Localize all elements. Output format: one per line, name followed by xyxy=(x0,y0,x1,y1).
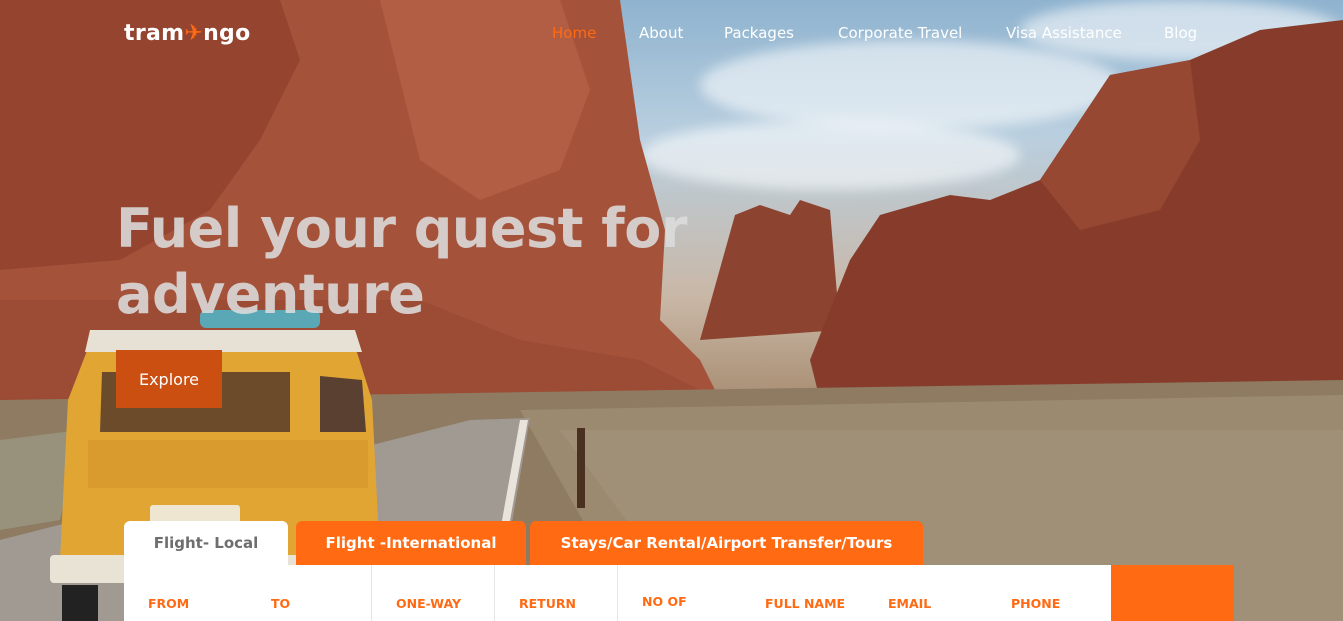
nav-item-blog[interactable]: Blog xyxy=(1164,24,1197,42)
brand-logo[interactable]: tram✈ngo xyxy=(124,21,251,51)
field-from-label[interactable]: FROM xyxy=(148,596,189,611)
submit-button[interactable] xyxy=(1111,565,1234,621)
field-no-of-label[interactable]: NO OF xyxy=(642,594,687,609)
field-email-label[interactable]: EMAIL xyxy=(888,596,931,611)
nav-item-home[interactable]: Home xyxy=(552,24,596,42)
field-to-label[interactable]: TO xyxy=(271,596,290,611)
tab-stays-car-rental-tours[interactable]: Stays/Car Rental/Airport Transfer/Tours xyxy=(530,521,923,565)
brand-name-part2: ngo xyxy=(203,21,251,46)
field-phone-label[interactable]: PHONE xyxy=(1011,596,1060,611)
field-one-way-label[interactable]: ONE-WAY xyxy=(396,596,461,611)
nav-item-packages[interactable]: Packages xyxy=(724,24,794,42)
field-full-name-label[interactable]: FULL NAME xyxy=(765,596,845,611)
field-divider xyxy=(371,565,372,621)
tab-flight-international[interactable]: Flight -International xyxy=(296,521,526,565)
brand-logo-mark-icon: ✈ xyxy=(184,21,204,46)
explore-button[interactable]: Explore xyxy=(116,350,222,408)
brand-name-part1: tram xyxy=(124,21,185,46)
field-divider xyxy=(617,565,618,621)
nav-item-corporate-travel[interactable]: Corporate Travel xyxy=(838,24,962,42)
tab-flight-local[interactable]: Flight- Local xyxy=(124,521,288,565)
booking-form: FROM TO ONE-WAY RETURN NO OF FULL NAME E… xyxy=(124,565,1111,621)
hero-headline: Fuel your quest for adventure xyxy=(116,196,736,328)
nav-item-visa-assistance[interactable]: Visa Assistance xyxy=(1006,24,1122,42)
hero-headline-line1: Fuel your quest for xyxy=(116,197,687,260)
field-divider xyxy=(494,565,495,621)
nav-item-about[interactable]: About xyxy=(639,24,683,42)
field-return-label[interactable]: RETURN xyxy=(519,596,576,611)
hero-headline-line2: adventure xyxy=(116,263,425,326)
